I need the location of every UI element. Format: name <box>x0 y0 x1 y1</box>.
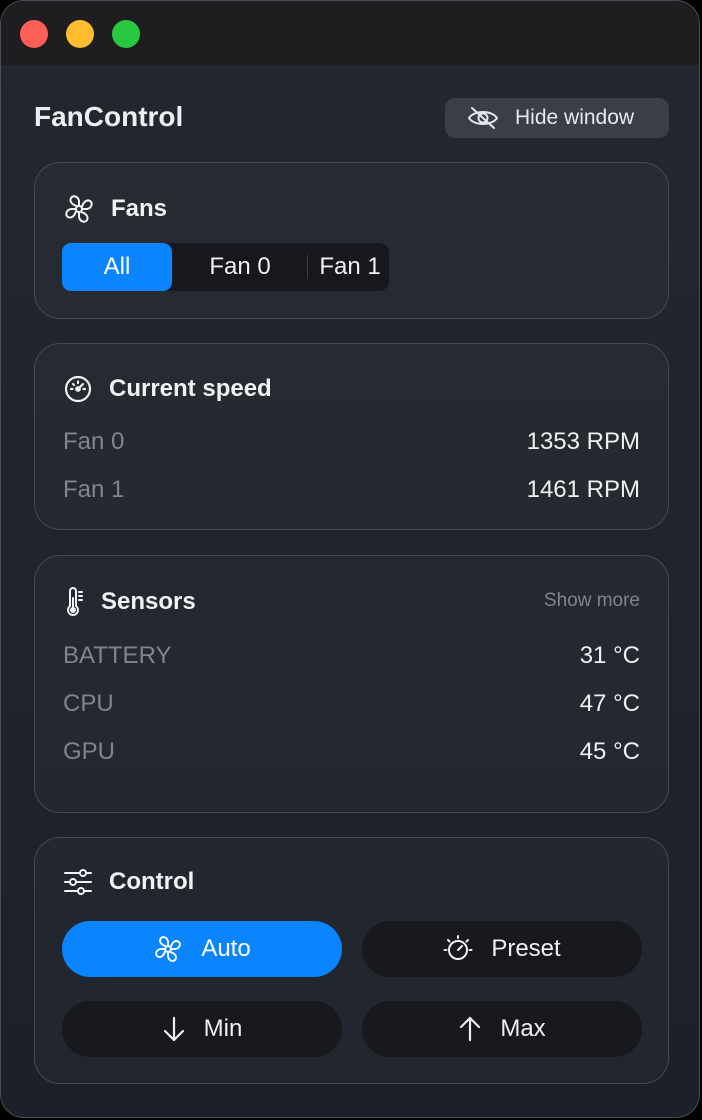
speedometer-icon <box>63 374 93 404</box>
fan-icon <box>63 193 95 225</box>
sensor-row-value: 47 °C <box>579 690 640 717</box>
thermometer-icon <box>63 586 85 618</box>
control-title: Control <box>109 868 195 895</box>
zoom-window-button[interactable] <box>112 20 140 48</box>
show-more-link[interactable]: Show more <box>544 590 640 612</box>
sensor-row-value: 45 °C <box>579 738 640 765</box>
sensor-row-label: GPU <box>63 738 116 765</box>
auto-button[interactable]: Auto <box>62 921 342 977</box>
app-title: FanControl <box>34 101 184 132</box>
app-window: FanControl Hide window Fans All Fan 0 Fa… <box>0 0 700 1118</box>
sensor-row-label: BATTERY <box>63 642 172 669</box>
preset-button[interactable]: Preset <box>362 921 642 977</box>
fan-selector: All Fan 0 Fan 1 <box>62 243 389 291</box>
fan-segment-all[interactable]: All <box>62 243 172 291</box>
fans-header: Fans <box>63 193 167 225</box>
preset-button-label: Preset <box>491 935 561 962</box>
sensor-row-value: 31 °C <box>579 642 640 669</box>
hide-window-label: Hide window <box>515 106 635 129</box>
dial-icon <box>443 934 473 964</box>
sensors-title: Sensors <box>101 588 196 615</box>
min-button-label: Min <box>203 1015 243 1042</box>
max-button[interactable]: Max <box>362 1001 642 1057</box>
control-header: Control <box>63 868 194 896</box>
fan-segment-fan-0[interactable]: Fan 0 <box>190 243 290 291</box>
segment-divider <box>307 255 308 279</box>
arrow-up-icon <box>458 1015 482 1043</box>
minimize-window-button[interactable] <box>66 20 94 48</box>
fans-title: Fans <box>111 195 168 222</box>
auto-button-label: Auto <box>201 935 251 962</box>
current-speed-card: Current speed Fan 0 1353 RPM Fan 1 1461 … <box>34 343 669 530</box>
fan-icon <box>153 934 183 964</box>
speed-row-value: 1461 RPM <box>526 476 640 503</box>
title-bar[interactable] <box>1 1 699 65</box>
sensor-row-label: CPU <box>63 690 114 717</box>
sensors-header: Sensors <box>63 586 196 618</box>
sliders-icon <box>63 869 93 895</box>
eye-slash-icon <box>467 107 499 129</box>
sensor-row: CPU 47 °C <box>63 690 640 718</box>
min-button[interactable]: Min <box>62 1001 342 1057</box>
arrow-down-icon <box>162 1015 186 1043</box>
sensors-card: Sensors Show more BATTERY 31 °C CPU 47 °… <box>34 555 669 813</box>
speed-row: Fan 0 1353 RPM <box>63 428 640 456</box>
max-button-label: Max <box>500 1015 546 1042</box>
speed-row-value: 1353 RPM <box>526 428 640 455</box>
current-speed-header: Current speed <box>63 374 272 404</box>
hide-window-button[interactable]: Hide window <box>445 98 669 138</box>
speed-row: Fan 1 1461 RPM <box>63 476 640 504</box>
control-card: Control Auto Preset Min Max <box>34 837 669 1084</box>
fan-segment-fan-1[interactable]: Fan 1 <box>315 243 385 291</box>
speed-row-label: Fan 0 <box>63 428 125 455</box>
speed-row-label: Fan 1 <box>63 476 125 503</box>
close-window-button[interactable] <box>20 20 48 48</box>
fans-card: Fans All Fan 0 Fan 1 <box>34 162 669 319</box>
current-speed-title: Current speed <box>109 375 272 402</box>
sensor-row: GPU 45 °C <box>63 738 640 766</box>
sensor-row: BATTERY 31 °C <box>63 642 640 670</box>
